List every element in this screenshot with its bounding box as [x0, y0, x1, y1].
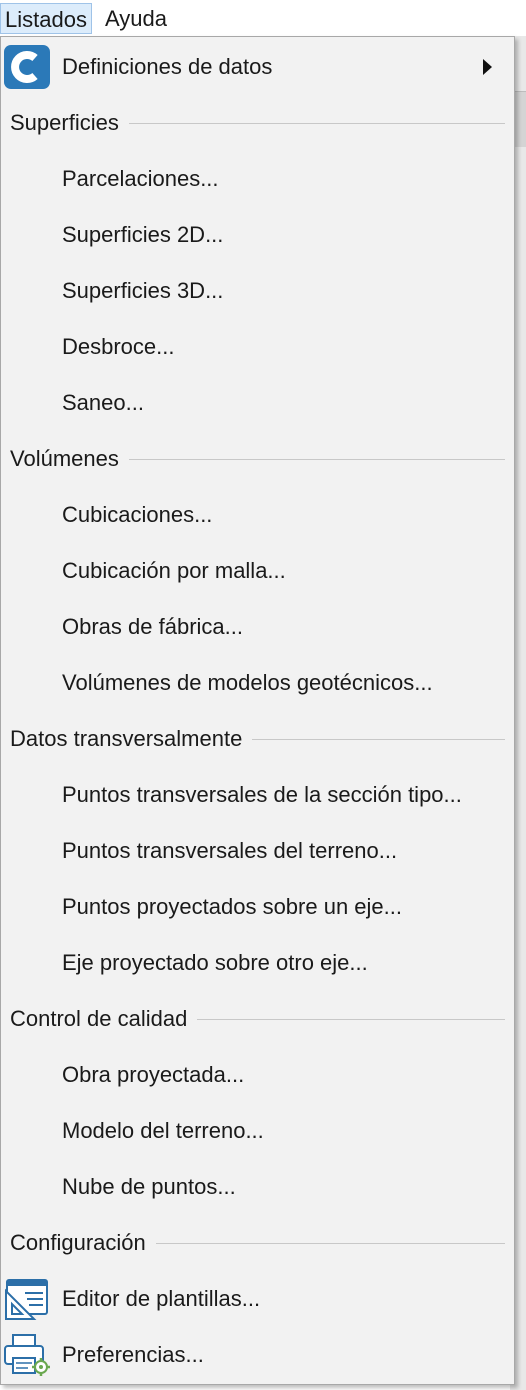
section-title: Datos transversalmente	[10, 711, 253, 767]
menu-item-nube-de-puntos[interactable]: Nube de puntos...	[1, 1159, 514, 1215]
menu-item-eje-proyectado-otro-eje[interactable]: Eje proyectado sobre otro eje...	[1, 935, 514, 991]
menu-item-cubicacion-por-malla[interactable]: Cubicación por malla...	[1, 543, 514, 599]
menu-item-label: Obras de fábrica...	[62, 614, 243, 639]
menu-item-puntos-proyectados-eje[interactable]: Puntos proyectados sobre un eje...	[1, 879, 514, 935]
menu-listados[interactable]: Listados	[0, 3, 92, 34]
menu-item-label: Desbroce...	[62, 334, 175, 359]
menu-item-label: Eje proyectado sobre otro eje...	[62, 950, 368, 975]
menu-bar: Listados Ayuda	[0, 0, 526, 36]
menu-item-label: Editor de plantillas...	[62, 1286, 261, 1311]
menu-item-desbroce[interactable]: Desbroce...	[1, 319, 514, 375]
template-editor-icon	[3, 1277, 51, 1321]
menu-item-modelo-del-terreno[interactable]: Modelo del terreno...	[1, 1103, 514, 1159]
menu-item-label: Modelo del terreno...	[62, 1118, 264, 1143]
menu-item-label: Superficies 3D...	[62, 278, 224, 303]
menu-item-obras-de-fabrica[interactable]: Obras de fábrica...	[1, 599, 514, 655]
menu-item-label: Parcelaciones...	[62, 166, 219, 191]
listados-dropdown-menu: Definiciones de datos Superficies Parcel…	[0, 36, 515, 1385]
submenu-arrow-icon	[483, 59, 492, 75]
menu-item-volumenes-modelos-geotecnicos[interactable]: Volúmenes de modelos geotécnicos...	[1, 655, 514, 711]
menu-item-definiciones-de-datos[interactable]: Definiciones de datos	[1, 39, 514, 95]
menu-item-preferencias[interactable]: Preferencias...	[1, 1327, 514, 1383]
menu-item-puntos-transversales-seccion-tipo[interactable]: Puntos transversales de la sección tipo.…	[1, 767, 514, 823]
menu-item-superficies-3d[interactable]: Superficies 3D...	[1, 263, 514, 319]
menu-item-label: Puntos transversales de la sección tipo.…	[62, 782, 462, 807]
menu-item-editor-de-plantillas[interactable]: Editor de plantillas...	[1, 1271, 514, 1327]
menu-item-parcelaciones[interactable]: Parcelaciones...	[1, 151, 514, 207]
menu-item-label: Definiciones de datos	[62, 54, 273, 79]
menu-item-obra-proyectada[interactable]: Obra proyectada...	[1, 1047, 514, 1103]
menu-item-label: Cubicación por malla...	[62, 558, 286, 583]
menu-item-label: Volúmenes de modelos geotécnicos...	[62, 670, 433, 695]
menu-item-label: Cubicaciones...	[62, 502, 213, 527]
menu-item-label: Preferencias...	[62, 1342, 204, 1367]
section-title: Volúmenes	[10, 431, 129, 487]
section-header-datos-transversalmente: Datos transversalmente	[1, 711, 514, 767]
section-header-volumenes: Volúmenes	[1, 431, 514, 487]
section-title: Configuración	[10, 1215, 156, 1271]
section-header-configuracion: Configuración	[1, 1215, 514, 1271]
menu-item-label: Puntos transversales del terreno...	[62, 838, 398, 863]
c-logo-icon	[3, 45, 51, 89]
section-title: Control de calidad	[10, 991, 198, 1047]
menu-item-superficies-2d[interactable]: Superficies 2D...	[1, 207, 514, 263]
menu-ayuda[interactable]: Ayuda	[101, 3, 171, 34]
menu-item-label: Nube de puntos...	[62, 1174, 236, 1199]
menu-item-saneo[interactable]: Saneo...	[1, 375, 514, 431]
section-header-control-de-calidad: Control de calidad	[1, 991, 514, 1047]
preferences-printer-gear-icon	[3, 1333, 51, 1377]
menu-item-label: Obra proyectada...	[62, 1062, 245, 1087]
menu-item-label: Puntos proyectados sobre un eje...	[62, 894, 402, 919]
section-header-superficies: Superficies	[1, 95, 514, 151]
menu-item-puntos-transversales-terreno[interactable]: Puntos transversales del terreno...	[1, 823, 514, 879]
menu-item-label: Saneo...	[62, 390, 144, 415]
menu-item-label: Superficies 2D...	[62, 222, 224, 247]
section-title: Superficies	[10, 95, 129, 151]
menu-item-cubicaciones[interactable]: Cubicaciones...	[1, 487, 514, 543]
